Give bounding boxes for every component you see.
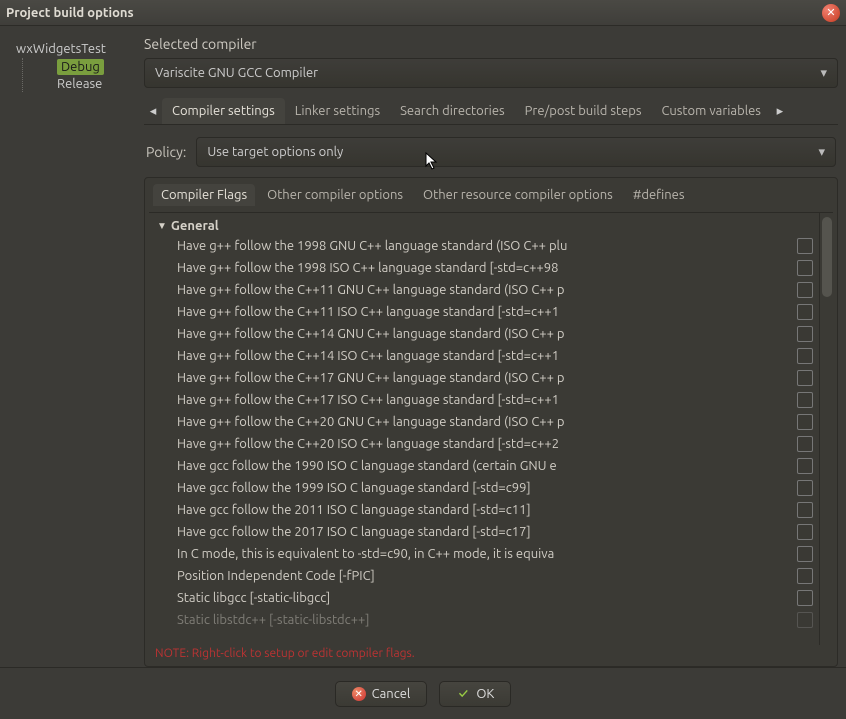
flag-checkbox[interactable] [797, 260, 813, 276]
tab-compiler-settings[interactable]: Compiler settings [162, 98, 285, 124]
compiler-label: Selected compiler [144, 36, 838, 52]
tab-prepost-build[interactable]: Pre/post build steps [515, 98, 652, 124]
flag-row[interactable]: Static libgcc [-static-libgcc] [177, 587, 819, 609]
subtab-defines[interactable]: #defines [625, 184, 693, 206]
flag-row[interactable]: Static libstdc++ [-static-libstdc++] [177, 609, 819, 631]
flag-checkbox[interactable] [797, 392, 813, 408]
flag-row[interactable]: Have g++ follow the C++11 GNU C++ langua… [177, 279, 819, 301]
scrollbar-thumb[interactable] [822, 217, 832, 297]
flag-row[interactable]: Have g++ follow the C++14 GNU C++ langua… [177, 323, 819, 345]
policy-value: Use target options only [207, 145, 343, 159]
flag-checkbox[interactable] [797, 480, 813, 496]
flag-row[interactable]: Have g++ follow the 1998 GNU C++ languag… [177, 235, 819, 257]
flag-row[interactable]: Have g++ follow the C++17 ISO C++ langua… [177, 389, 819, 411]
cancel-button[interactable]: ✕ Cancel [335, 681, 428, 707]
ok-icon: ✓ [456, 687, 470, 701]
flag-checkbox[interactable] [797, 238, 813, 254]
flag-row[interactable]: Have g++ follow the C++20 GNU C++ langua… [177, 411, 819, 433]
flag-row[interactable]: Have gcc follow the 1990 ISO C language … [177, 455, 819, 477]
tabs-scroll-right[interactable]: ▸ [771, 104, 789, 119]
close-button[interactable]: ✕ [822, 4, 840, 22]
cancel-icon: ✕ [352, 687, 366, 701]
flag-checkbox[interactable] [797, 546, 813, 562]
flag-row[interactable]: Have g++ follow the C++20 ISO C++ langua… [177, 433, 819, 455]
flag-checkbox[interactable] [797, 282, 813, 298]
compiler-value: Variscite GNU GCC Compiler [155, 66, 318, 80]
flag-checkbox[interactable] [797, 524, 813, 540]
tabs-scroll-left[interactable]: ◂ [144, 104, 162, 119]
tab-linker-settings[interactable]: Linker settings [285, 98, 390, 124]
flag-checkbox[interactable] [797, 612, 813, 628]
flags-scrollbar[interactable] [819, 213, 833, 645]
ok-button[interactable]: ✓ OK [439, 681, 511, 707]
flag-row[interactable]: Have g++ follow the C++14 ISO C++ langua… [177, 345, 819, 367]
compiler-subtabs: Compiler Flags Other compiler options Ot… [149, 184, 833, 213]
triangle-down-icon: ▼ [157, 220, 167, 232]
flag-row[interactable]: Have g++ follow the C++17 GNU C++ langua… [177, 367, 819, 389]
compiler-select[interactable]: Variscite GNU GCC Compiler ▾ [144, 58, 838, 88]
subtab-other-resource-options[interactable]: Other resource compiler options [415, 184, 621, 206]
flags-note: NOTE: Right-click to setup or edit compi… [149, 645, 833, 662]
flag-checkbox[interactable] [797, 502, 813, 518]
policy-label: Policy: [146, 144, 186, 160]
flag-group-general[interactable]: ▼ General [157, 217, 819, 235]
subtab-compiler-flags[interactable]: Compiler Flags [153, 184, 255, 206]
flag-row[interactable]: In C mode, this is equivalent to -std=c9… [177, 543, 819, 565]
flag-checkbox[interactable] [797, 568, 813, 584]
flag-checkbox[interactable] [797, 304, 813, 320]
tab-custom-variables[interactable]: Custom variables [652, 98, 771, 124]
settings-tabs: ◂ Compiler settings Linker settings Sear… [144, 98, 838, 125]
flag-row[interactable]: Have gcc follow the 1999 ISO C language … [177, 477, 819, 499]
flag-row[interactable]: Have g++ follow the C++11 ISO C++ langua… [177, 301, 819, 323]
tree-root-item[interactable]: wxWidgetsTest [12, 40, 134, 58]
flag-checkbox[interactable] [797, 458, 813, 474]
flag-row[interactable]: Position Independent Code [-fPIC] [177, 565, 819, 587]
flag-checkbox[interactable] [797, 590, 813, 606]
flag-checkbox[interactable] [797, 326, 813, 342]
flag-row[interactable]: Have gcc follow the 2011 ISO C language … [177, 499, 819, 521]
tab-search-directories[interactable]: Search directories [390, 98, 515, 124]
flag-checkbox[interactable] [797, 414, 813, 430]
window-title: Project build options [6, 6, 822, 20]
flag-row[interactable]: Have gcc follow the 2017 ISO C language … [177, 521, 819, 543]
subtab-other-compiler-options[interactable]: Other compiler options [259, 184, 411, 206]
tree-item-debug[interactable]: Debug [53, 58, 134, 76]
targets-tree: wxWidgetsTest Debug Release [8, 34, 138, 667]
chevron-down-icon: ▾ [820, 66, 827, 81]
flags-list: ▼ General Have g++ follow the 1998 GNU C… [149, 213, 819, 645]
flag-checkbox[interactable] [797, 370, 813, 386]
flag-checkbox[interactable] [797, 348, 813, 364]
close-icon: ✕ [826, 6, 835, 19]
flag-checkbox[interactable] [797, 436, 813, 452]
flag-row[interactable]: Have g++ follow the 1998 ISO C++ languag… [177, 257, 819, 279]
tree-item-release[interactable]: Release [53, 76, 134, 92]
policy-select[interactable]: Use target options only ▾ [196, 137, 836, 167]
chevron-down-icon: ▾ [818, 145, 825, 160]
